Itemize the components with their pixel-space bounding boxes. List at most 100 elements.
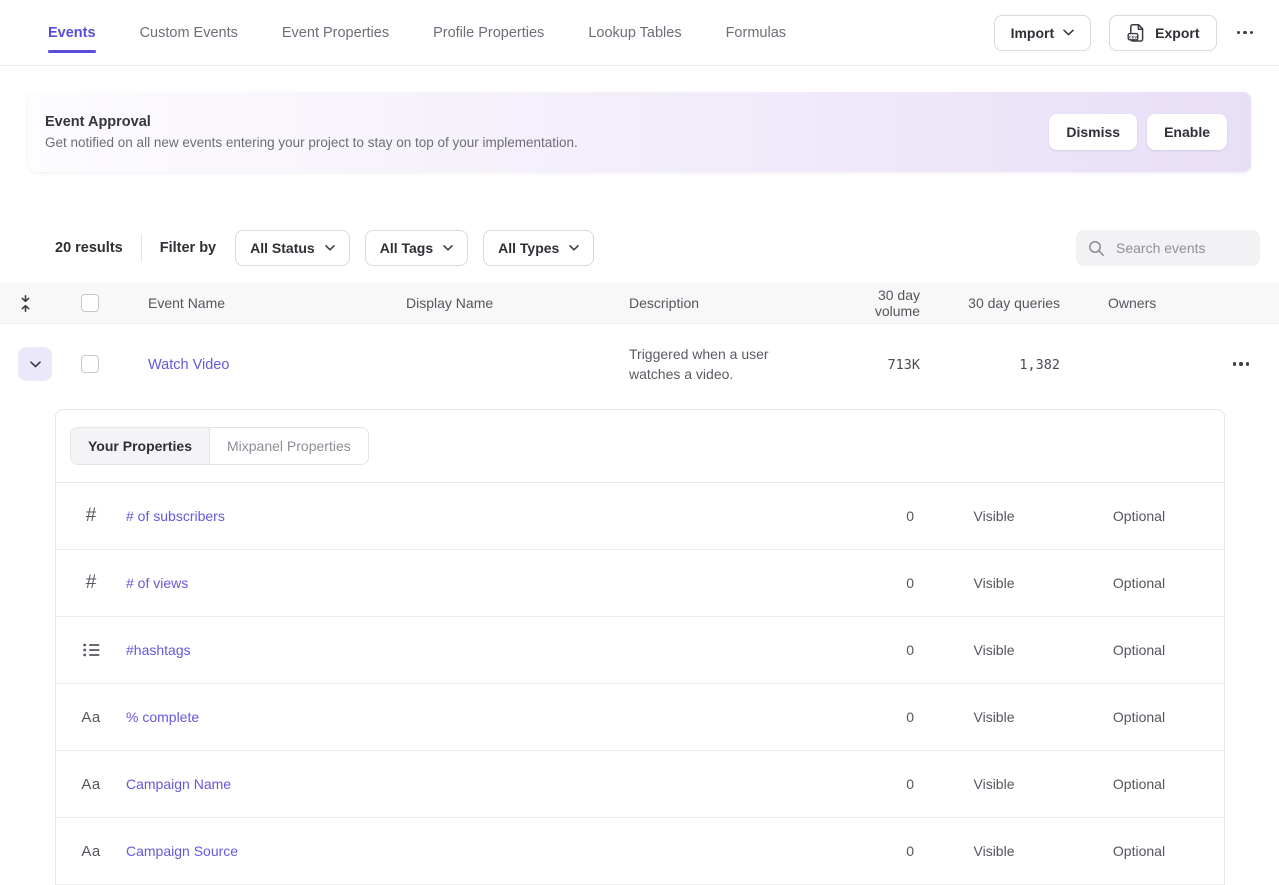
tab-custom-events-label: Custom Events — [140, 25, 238, 41]
chevron-down-icon — [443, 245, 453, 251]
chevron-down-icon — [325, 245, 335, 251]
select-all-checkbox[interactable] — [81, 294, 99, 312]
description-cell: Triggered when a user watches a video. — [629, 344, 799, 384]
properties-tabbar: Your Properties Mixpanel Properties — [56, 410, 1224, 482]
export-button[interactable]: csv Export — [1109, 15, 1216, 51]
top-navigation: Events Custom Events Event Properties Pr… — [0, 0, 1279, 66]
property-visibility: Visible — [914, 776, 1074, 792]
property-visibility: Visible — [914, 508, 1074, 524]
import-button[interactable]: Import — [994, 15, 1092, 51]
collapse-row-button[interactable] — [18, 347, 52, 381]
header-event-name[interactable]: Event Name — [148, 295, 406, 311]
svg-text:csv: csv — [1129, 35, 1137, 40]
import-button-label: Import — [1011, 25, 1055, 41]
results-count: 20 results — [55, 240, 123, 256]
properties-segmented-control: Your Properties Mixpanel Properties — [70, 427, 369, 465]
header-30-day-volume[interactable]: 30 day volume — [829, 287, 920, 319]
lexicon-tabs: Events Custom Events Event Properties Pr… — [48, 0, 786, 66]
property-visibility: Visible — [914, 843, 1074, 859]
properties-panel: Your Properties Mixpanel Properties # # … — [55, 409, 1225, 885]
property-name-link[interactable]: # of views — [126, 575, 854, 591]
queries-cell: 1,382 — [1019, 357, 1060, 373]
property-row: Aa % complete 0 Visible Optional — [56, 684, 1224, 751]
banner-text: Event Approval Get notified on all new e… — [45, 114, 578, 150]
banner-description: Get notified on all new events entering … — [45, 135, 578, 150]
tab-profile-properties[interactable]: Profile Properties — [433, 0, 544, 66]
list-icon — [83, 643, 100, 657]
status-filter-label: All Status — [250, 240, 315, 256]
chevron-down-icon — [30, 361, 41, 368]
row-overflow-menu-icon[interactable] — [1231, 356, 1252, 372]
types-filter-dropdown[interactable]: All Types — [483, 230, 594, 266]
search-input[interactable] — [1114, 239, 1248, 257]
overflow-menu-icon[interactable] — [1235, 25, 1256, 41]
number-icon: # — [86, 572, 97, 594]
tab-formulas-label: Formulas — [726, 25, 786, 41]
banner-actions: Dismiss Enable — [1049, 114, 1227, 150]
property-requirement: Optional — [1074, 843, 1204, 859]
property-name-link[interactable]: Campaign Name — [126, 776, 854, 792]
property-requirement: Optional — [1074, 776, 1204, 792]
tab-lookup-tables-label: Lookup Tables — [588, 25, 681, 41]
property-row: #hashtags 0 Visible Optional — [56, 617, 1224, 684]
property-value: 0 — [854, 776, 914, 792]
event-name-link[interactable]: Watch Video — [148, 357, 229, 373]
export-button-label: Export — [1155, 25, 1199, 41]
search-box — [1076, 230, 1260, 266]
filter-by-label: Filter by — [160, 240, 216, 256]
property-name-link[interactable]: #hashtags — [126, 642, 854, 658]
types-filter-label: All Types — [498, 240, 559, 256]
number-icon: # — [86, 505, 97, 527]
tab-events[interactable]: Events — [48, 0, 96, 66]
property-row: Aa Campaign Name 0 Visible Optional — [56, 751, 1224, 818]
property-row: Aa Campaign Source 0 Visible Optional — [56, 818, 1224, 885]
property-name-link[interactable]: # of subscribers — [126, 508, 854, 524]
tab-profile-properties-label: Profile Properties — [433, 25, 544, 41]
status-filter-dropdown[interactable]: All Status — [235, 230, 350, 266]
chevron-down-icon — [1063, 29, 1074, 36]
tab-your-properties[interactable]: Your Properties — [71, 428, 210, 464]
row-checkbox[interactable] — [81, 355, 99, 373]
property-requirement: Optional — [1074, 709, 1204, 725]
property-value: 0 — [854, 843, 914, 859]
property-visibility: Visible — [914, 642, 1074, 658]
property-requirement: Optional — [1074, 508, 1204, 524]
tab-lookup-tables[interactable]: Lookup Tables — [588, 0, 681, 66]
events-table-header: Event Name Display Name Description 30 d… — [0, 283, 1279, 324]
text-icon: Aa — [81, 843, 100, 860]
tab-event-properties-label: Event Properties — [282, 25, 389, 41]
header-description[interactable]: Description — [629, 295, 829, 311]
property-visibility: Visible — [914, 575, 1074, 591]
banner-title: Event Approval — [45, 114, 578, 130]
tab-custom-events[interactable]: Custom Events — [140, 0, 238, 66]
tab-mixpanel-properties[interactable]: Mixpanel Properties — [210, 428, 368, 464]
search-icon — [1088, 240, 1105, 257]
collapse-all-icon[interactable] — [18, 295, 33, 312]
property-visibility: Visible — [914, 709, 1074, 725]
volume-cell: 713K — [887, 357, 920, 373]
nav-actions: Import csv Export — [994, 15, 1255, 51]
filter-bar: 20 results Filter by All Status All Tags… — [0, 230, 1279, 266]
property-requirement: Optional — [1074, 642, 1204, 658]
property-name-link[interactable]: Campaign Source — [126, 843, 854, 859]
event-approval-banner: Event Approval Get notified on all new e… — [28, 92, 1251, 172]
property-row: # # of subscribers 0 Visible Optional — [56, 483, 1224, 550]
chevron-down-icon — [569, 245, 579, 251]
property-value: 0 — [854, 508, 914, 524]
enable-button[interactable]: Enable — [1147, 114, 1227, 150]
tags-filter-label: All Tags — [380, 240, 433, 256]
table-row-watch-video: Watch Video Triggered when a user watche… — [0, 324, 1279, 404]
divider — [141, 234, 142, 262]
property-name-link[interactable]: % complete — [126, 709, 854, 725]
dismiss-button[interactable]: Dismiss — [1049, 114, 1137, 150]
property-value: 0 — [854, 575, 914, 591]
header-30-day-queries[interactable]: 30 day queries — [920, 295, 1060, 311]
tags-filter-dropdown[interactable]: All Tags — [365, 230, 468, 266]
header-owners[interactable]: Owners — [1060, 295, 1215, 311]
tab-event-properties[interactable]: Event Properties — [282, 0, 389, 66]
text-icon: Aa — [81, 776, 100, 793]
property-value: 0 — [854, 709, 914, 725]
header-display-name[interactable]: Display Name — [406, 295, 629, 311]
tab-events-label: Events — [48, 25, 96, 41]
tab-formulas[interactable]: Formulas — [726, 0, 786, 66]
